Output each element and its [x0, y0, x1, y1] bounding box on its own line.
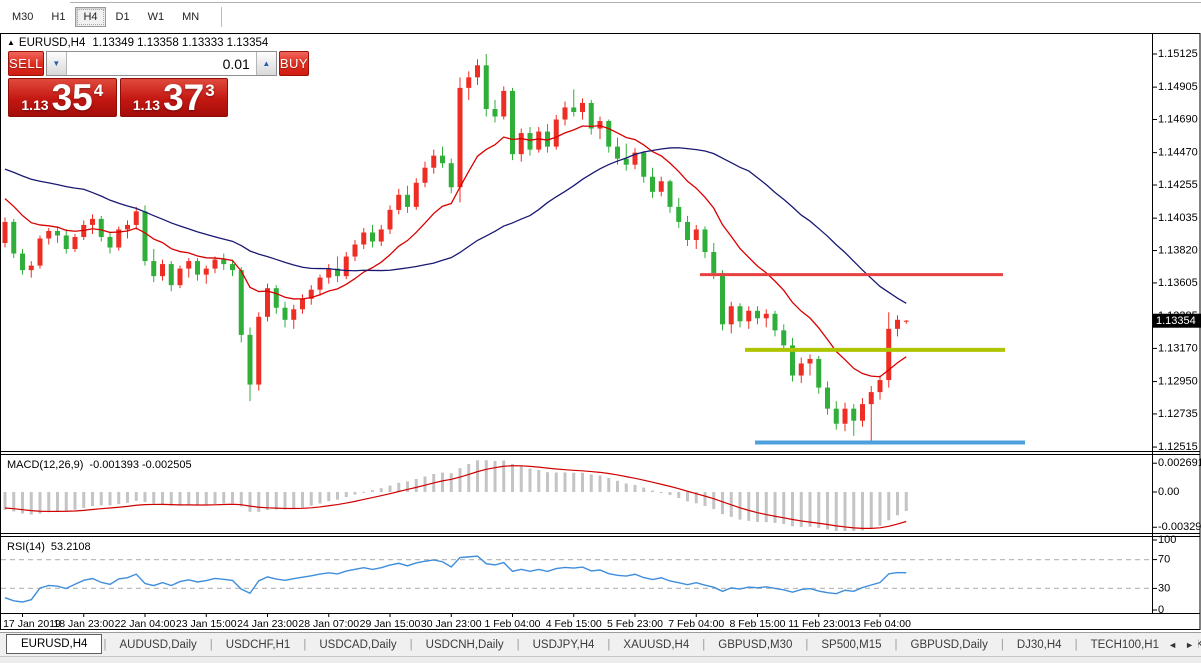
chart-tab-bar: EURUSD,H4|AUDUSD,Daily|USDCHF,H1|USDCAD,… — [0, 632, 1201, 657]
volume-spinner: ▼ ▲ — [46, 51, 277, 76]
chart-tab-GBPUSD-Daily[interactable]: GBPUSD,Daily — [899, 635, 1000, 655]
tab-scroll-right-button[interactable]: ► — [1181, 638, 1198, 652]
chart-tab-AUDUSD-Daily[interactable]: AUDUSD,Daily — [107, 635, 208, 655]
chart-tab-SP500-M15[interactable]: SP500,M15 — [809, 635, 893, 655]
macd-values: -0.001393 -0.002505 — [89, 459, 191, 471]
svg-text:7 Feb 04:00: 7 Feb 04:00 — [668, 618, 724, 630]
tab-scroll-left-button[interactable]: ◄ — [1164, 638, 1181, 652]
chart-tab-USDJPY-H4[interactable]: USDJPY,H4 — [521, 635, 607, 655]
sell-price-display[interactable]: 1.13354 — [8, 78, 117, 117]
svg-text:13 Feb 04:00: 13 Feb 04:00 — [849, 618, 911, 630]
sell-price-prefix: 1.13 — [21, 97, 48, 113]
tab-divider: | — [1075, 639, 1078, 651]
svg-text:22 Jan 04:00: 22 Jan 04:00 — [115, 618, 176, 630]
tab-divider: | — [1001, 639, 1004, 651]
svg-text:8 Feb 15:00: 8 Feb 15:00 — [729, 618, 785, 630]
tab-divider: | — [410, 639, 413, 651]
svg-text:1.14255: 1.14255 — [1158, 179, 1198, 191]
svg-text:11 Feb 23:00: 11 Feb 23:00 — [788, 618, 849, 630]
svg-text:1.13820: 1.13820 — [1158, 244, 1198, 256]
svg-text:1.12735: 1.12735 — [1158, 408, 1198, 420]
sell-price-big-digits: 35 — [52, 80, 93, 116]
svg-text:30: 30 — [1158, 582, 1170, 594]
one-click-trading-panel: SELL ▼ ▲ BUY 1.13354 1.13373 — [8, 51, 228, 117]
tab-divider: | — [805, 639, 808, 651]
sell-button[interactable]: SELL — [8, 51, 44, 76]
svg-text:5 Feb 23:00: 5 Feb 23:00 — [607, 618, 663, 630]
tab-divider: | — [895, 639, 898, 651]
chart-symbol-label: EURUSD,H4 — [19, 37, 85, 49]
macd-name: MACD(12,26,9) — [7, 459, 83, 471]
chart-tab-XAUUSD-H4[interactable]: XAUUSD,H4 — [611, 635, 701, 655]
svg-text:17 Jan 2019: 17 Jan 2019 — [3, 618, 61, 630]
chart-tab-USDCHF-H1[interactable]: USDCHF,H1 — [214, 635, 303, 655]
svg-text:18 Jan 23:00: 18 Jan 23:00 — [53, 618, 114, 630]
svg-text:100: 100 — [1158, 534, 1176, 546]
svg-text:1.14690: 1.14690 — [1158, 113, 1198, 125]
svg-text:24 Jan 23:00: 24 Jan 23:00 — [237, 618, 298, 630]
buy-price-display[interactable]: 1.13373 — [120, 78, 229, 117]
svg-text:1 Feb 04:00: 1 Feb 04:00 — [484, 618, 540, 630]
buy-price-prefix: 1.13 — [133, 97, 160, 113]
svg-text:1.14905: 1.14905 — [1158, 81, 1198, 93]
svg-text:29 Jan 15:00: 29 Jan 15:00 — [360, 618, 421, 630]
macd-indicator-label: MACD(12,26,9) -0.001393 -0.002505 — [7, 459, 192, 471]
chart-tab-USDCAD-Daily[interactable]: USDCAD,Daily — [307, 635, 408, 655]
sell-price-pipette: 4 — [94, 81, 103, 101]
chart-ohlc-quotes: 1.13349 1.13358 1.13333 1.13354 — [92, 37, 268, 49]
chart-tab-EURUSD-H4[interactable]: EURUSD,H4 — [6, 634, 102, 654]
tab-divider: | — [517, 639, 520, 651]
svg-text:4 Feb 15:00: 4 Feb 15:00 — [546, 618, 602, 630]
svg-text:1.13605: 1.13605 — [1158, 277, 1198, 289]
mt4-window: M30H1H4D1W1MN 1.151251.149051.146901.144… — [0, 0, 1201, 663]
chart-tab-USDCNH-Daily[interactable]: USDCNH,Daily — [414, 635, 516, 655]
tab-divider: | — [210, 639, 213, 651]
svg-text:28 Jan 07:00: 28 Jan 07:00 — [298, 618, 359, 630]
tab-divider: | — [103, 639, 106, 651]
svg-text:0.002691: 0.002691 — [1158, 457, 1201, 469]
svg-text:1.12950: 1.12950 — [1158, 375, 1198, 387]
rsi-value: 53.2108 — [51, 541, 91, 553]
svg-text:0: 0 — [1158, 604, 1164, 616]
tab-divider: | — [702, 639, 705, 651]
tab-divider: | — [607, 639, 610, 651]
tab-divider: | — [303, 639, 306, 651]
svg-text:1.14470: 1.14470 — [1158, 147, 1198, 159]
buy-button[interactable]: BUY — [279, 51, 309, 76]
volume-decrease-button[interactable]: ▼ — [47, 52, 67, 75]
svg-text:23 Jan 15:00: 23 Jan 15:00 — [176, 618, 237, 630]
chart-title: ▲ EURUSD,H4 1.13349 1.13358 1.13333 1.1335… — [7, 37, 268, 49]
status-bar — [0, 656, 1201, 663]
svg-text:1.14035: 1.14035 — [1158, 212, 1198, 224]
rsi-name: RSI(14) — [7, 541, 45, 553]
tab-scroll-arrows: ◄ ► — [1160, 633, 1198, 657]
svg-text:70: 70 — [1158, 554, 1170, 566]
collapse-triangle-icon[interactable]: ▲ — [7, 38, 15, 47]
volume-increase-button[interactable]: ▲ — [256, 52, 276, 75]
chart-tab-GBPUSD-M30[interactable]: GBPUSD,M30 — [706, 635, 804, 655]
svg-text:-0.003296: -0.003296 — [1158, 521, 1201, 533]
svg-text:1.13354: 1.13354 — [1156, 315, 1196, 327]
svg-text:1.15125: 1.15125 — [1158, 48, 1198, 60]
volume-input[interactable] — [67, 52, 256, 75]
svg-text:1.13170: 1.13170 — [1158, 342, 1198, 354]
rsi-indicator-label: RSI(14) 53.2108 — [7, 541, 91, 553]
svg-text:0.00: 0.00 — [1158, 486, 1179, 498]
chart-tab-TECH100-H1[interactable]: TECH100,H1 — [1079, 635, 1171, 655]
svg-text:30 Jan 23:00: 30 Jan 23:00 — [421, 618, 482, 630]
buy-price-pipette: 3 — [205, 81, 214, 101]
svg-text:1.12515: 1.12515 — [1158, 441, 1198, 453]
buy-price-big-digits: 37 — [163, 80, 204, 116]
chart-tab-DJ30-H4[interactable]: DJ30,H4 — [1005, 635, 1074, 655]
